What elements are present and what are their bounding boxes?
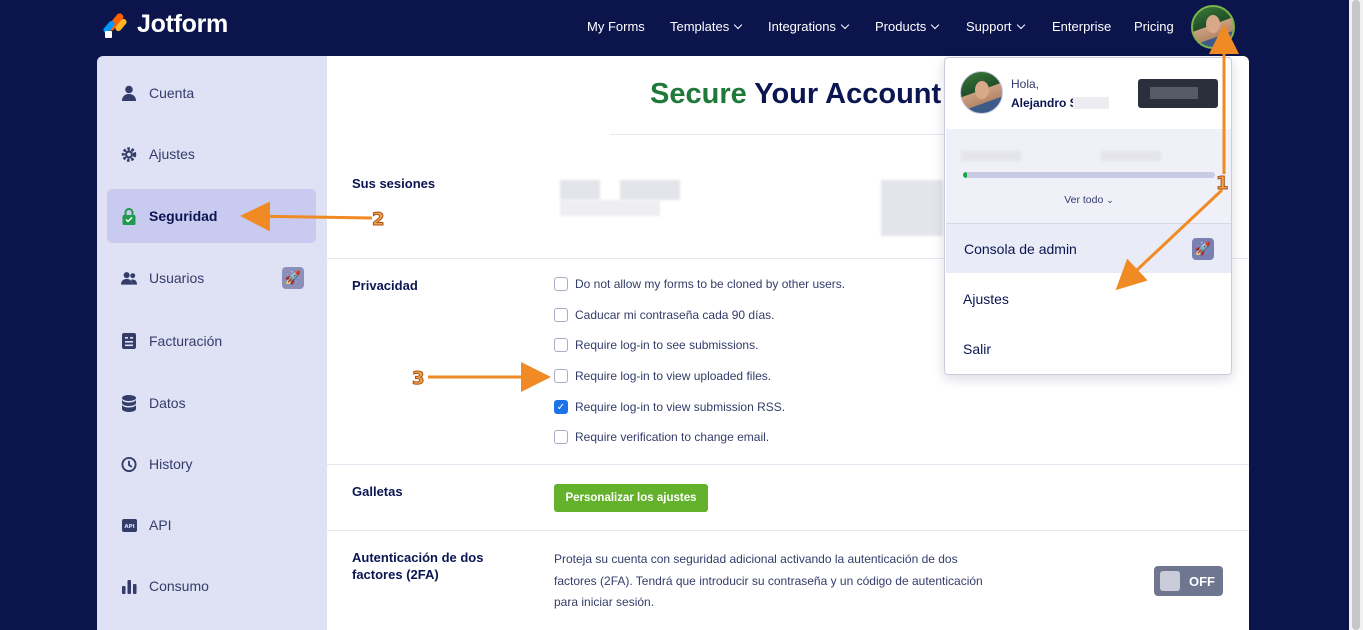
title-divider [610, 134, 970, 135]
dropdown-item-settings[interactable]: Ajustes [963, 291, 1009, 307]
checkbox-checked[interactable]: ✓ [554, 400, 568, 414]
twofa-label-line2: factores (2FA) [352, 567, 439, 582]
privacy-option-login-submissions[interactable]: Require log-in to see submissions. [554, 338, 758, 352]
privacy-label: Privacidad [352, 278, 418, 293]
privacy-option-no-clone[interactable]: Do not allow my forms to be cloned by ot… [554, 277, 845, 291]
cookies-label: Galletas [352, 484, 403, 499]
redacted-session-info [560, 180, 600, 200]
lock-icon [121, 207, 137, 225]
admin-console-item[interactable]: Consola de admin 🚀 [946, 223, 1231, 273]
history-icon [121, 456, 137, 472]
sidebar-item-seguridad[interactable]: Seguridad [107, 189, 316, 243]
page-title: Secure Your Account [650, 78, 941, 111]
privacy-option-login-uploads[interactable]: Require log-in to view uploaded files. [554, 369, 771, 383]
checkbox[interactable] [554, 308, 568, 322]
redacted-session-info [620, 180, 680, 200]
section-divider [327, 530, 1249, 531]
sessions-label: Sus sesiones [352, 176, 436, 191]
privacy-option-email-verification[interactable]: Require verification to change email. [554, 430, 769, 444]
settings-sidebar: Cuenta Ajustes Seguridad Usuarios 🚀 Fact… [97, 56, 327, 630]
redacted-usage [1101, 151, 1161, 161]
rocket-icon: 🚀 [1192, 238, 1214, 260]
privacy-option-login-rss[interactable]: ✓ Require log-in to view submission RSS. [554, 400, 785, 414]
top-navbar: Jotform My Forms Templates Integrations … [0, 0, 1363, 56]
chevron-down-icon [840, 20, 850, 29]
nav-pricing[interactable]: Pricing [1134, 19, 1174, 34]
twofa-description: Proteja su cuenta con seguridad adiciona… [554, 552, 983, 609]
checkbox[interactable] [554, 277, 568, 291]
sidebar-item-consumo[interactable]: Consumo [107, 559, 316, 613]
avatar-face [975, 81, 989, 99]
account-dropdown: Hola, Alejandro S Ver todo ⌄ Consola de … [944, 57, 1232, 375]
usage-progress-fill [963, 172, 967, 178]
twofa-toggle[interactable]: OFF [1154, 566, 1223, 596]
toggle-knob [1160, 571, 1180, 591]
view-all-link[interactable]: Ver todo ⌄ [945, 194, 1233, 206]
page-title-accent: Secure [650, 78, 747, 110]
checkbox[interactable] [554, 369, 568, 383]
nav-integrations[interactable]: Integrations [768, 19, 850, 34]
chevron-down-icon [1016, 20, 1025, 29]
section-divider [327, 464, 1249, 465]
nav-support[interactable]: Support [966, 19, 1025, 34]
nav-my-forms[interactable]: My Forms [587, 19, 645, 34]
customize-cookies-button[interactable]: Personalizar los ajustes [554, 484, 708, 512]
dropdown-greeting: Hola, [1011, 77, 1040, 91]
nav-enterprise[interactable]: Enterprise [1052, 19, 1111, 34]
bar-chart-icon [121, 578, 137, 594]
page-title-rest: Your Account [746, 78, 942, 110]
dropdown-item-logout[interactable]: Salir [963, 341, 991, 357]
dropdown-username: Alejandro S [1011, 96, 1078, 110]
user-avatar-button[interactable] [1191, 5, 1235, 49]
user-icon [121, 85, 137, 101]
redacted-plan [1150, 87, 1198, 99]
privacy-option-password-expiry[interactable]: Caducar mi contraseña cada 90 días. [554, 308, 774, 322]
chevron-down-icon [931, 20, 940, 29]
sidebar-item-usuarios[interactable]: Usuarios 🚀 [107, 251, 316, 305]
sidebar-item-cuenta[interactable]: Cuenta [107, 66, 316, 120]
users-icon [121, 270, 137, 286]
usage-progress-bar [963, 172, 1215, 178]
account-plan-button[interactable] [1138, 79, 1218, 108]
invoice-icon [121, 333, 137, 349]
chevron-down-icon [734, 20, 743, 29]
rocket-icon: 🚀 [282, 267, 304, 289]
sidebar-item-ajustes[interactable]: Ajustes [107, 127, 316, 181]
checkbox[interactable] [554, 430, 568, 444]
avatar-face [1206, 15, 1220, 33]
twofa-label-line1: Autenticación de dos [352, 550, 484, 565]
dropdown-avatar [960, 71, 1003, 114]
api-icon: API [121, 517, 137, 533]
database-icon [121, 394, 137, 412]
checkbox[interactable] [554, 338, 568, 352]
nav-templates[interactable]: Templates [670, 19, 743, 34]
redacted-usage [961, 151, 1021, 161]
redacted-session-info [560, 200, 660, 216]
gear-icon [121, 146, 137, 162]
redacted-session-info [881, 180, 943, 236]
svg-text:API: API [124, 524, 134, 530]
main-nav: My Forms Templates Integrations Products… [0, 19, 1363, 39]
nav-products[interactable]: Products [875, 19, 940, 34]
sidebar-item-history[interactable]: History [107, 437, 316, 491]
sidebar-item-datos[interactable]: Datos [107, 376, 316, 430]
sidebar-item-api[interactable]: API API [107, 498, 316, 552]
page-scrollbar[interactable] [1349, 0, 1363, 630]
sidebar-item-facturacion[interactable]: Facturación [107, 314, 316, 368]
redacted-name [1073, 97, 1109, 109]
scrollbar-thumb[interactable] [1352, 0, 1360, 630]
